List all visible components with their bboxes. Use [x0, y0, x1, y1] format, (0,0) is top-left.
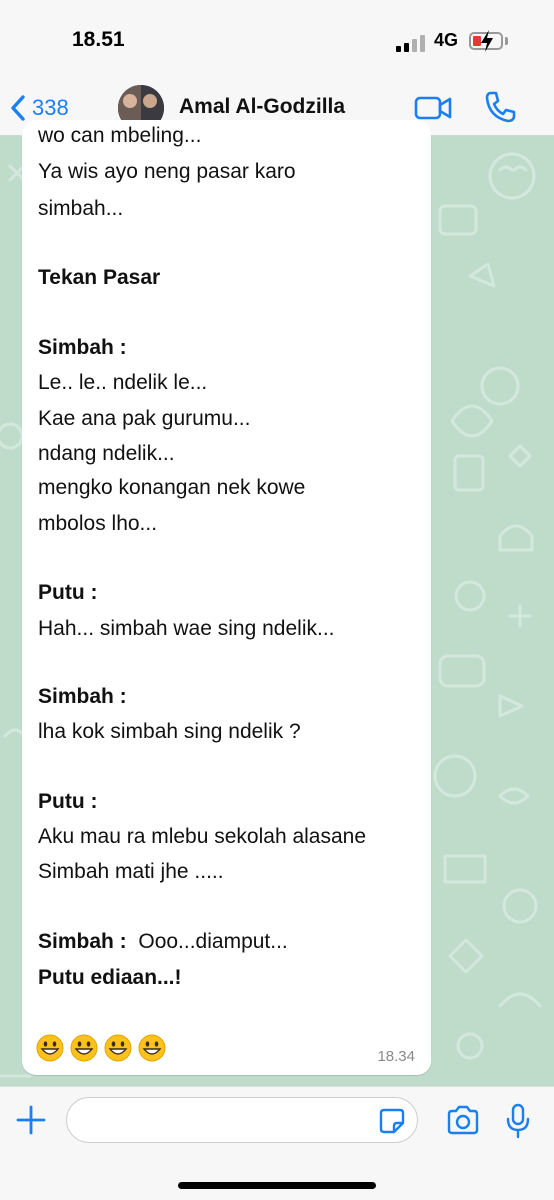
microphone-icon[interactable] — [505, 1103, 531, 1139]
speaker-label: Simbah : — [38, 685, 127, 708]
grinning-face-icon — [70, 1034, 98, 1062]
video-call-icon[interactable] — [414, 92, 452, 124]
message-bubble[interactable]: wo can mbeling... Ya wis ayo neng pasar … — [22, 120, 431, 1075]
message-timestamp: 18.34 — [377, 1048, 415, 1065]
speaker-label: Simbah : — [38, 930, 127, 953]
message-line: Kae ana pak gurumu... — [38, 407, 251, 430]
status-time: 18.51 — [72, 28, 125, 51]
message-line: ndang ndelik... — [38, 442, 175, 465]
network-label: 4G — [434, 30, 459, 50]
battery-tip — [505, 37, 508, 45]
message-line: mengko konangan nek kowe — [38, 476, 306, 499]
plus-icon[interactable] — [14, 1103, 48, 1137]
grinning-face-icon — [36, 1034, 64, 1062]
message-line: Hah... simbah wae sing ndelik... — [38, 617, 335, 640]
message-line: wo can mbeling... — [38, 124, 202, 147]
message-text: Ooo...diamput... — [126, 930, 288, 953]
message-line: simbah... — [38, 197, 124, 220]
speaker-label: Putu : — [38, 790, 98, 813]
message-input[interactable] — [66, 1097, 418, 1143]
message-line: Putu ediaan...! — [38, 966, 182, 989]
speaker-label: Putu : — [38, 581, 98, 604]
unread-count: 338 — [32, 95, 69, 120]
contact-name[interactable]: Amal Al-Godzilla — [179, 95, 345, 119]
phone-call-icon[interactable] — [484, 90, 516, 124]
home-indicator — [178, 1182, 376, 1189]
message-line: Simbah mati jhe ..... — [38, 860, 224, 883]
status-bar: 18.51 4G — [0, 0, 554, 80]
message-line: Tekan Pasar — [38, 266, 161, 289]
grinning-face-icon — [104, 1034, 132, 1062]
message-line: Aku mau ra mlebu sekolah alasane — [38, 825, 367, 848]
emoji-row — [36, 1034, 166, 1068]
message-line: lha kok simbah sing ndelik ? — [38, 720, 301, 743]
grinning-face-icon — [138, 1034, 166, 1062]
signal-icon — [396, 34, 428, 52]
message-line: Ya wis ayo neng pasar karo — [38, 160, 296, 183]
chevron-left-icon — [11, 95, 25, 121]
speaker-label: Simbah : — [38, 336, 127, 359]
charging-bolt-icon — [481, 30, 493, 52]
message-line: Le.. le.. ndelik le... — [38, 371, 208, 394]
message-line: Simbah : Ooo...diamput... — [38, 930, 288, 954]
sticker-icon[interactable] — [378, 1107, 406, 1135]
camera-icon[interactable] — [446, 1105, 480, 1135]
message-line: mbolos lho... — [38, 512, 158, 535]
